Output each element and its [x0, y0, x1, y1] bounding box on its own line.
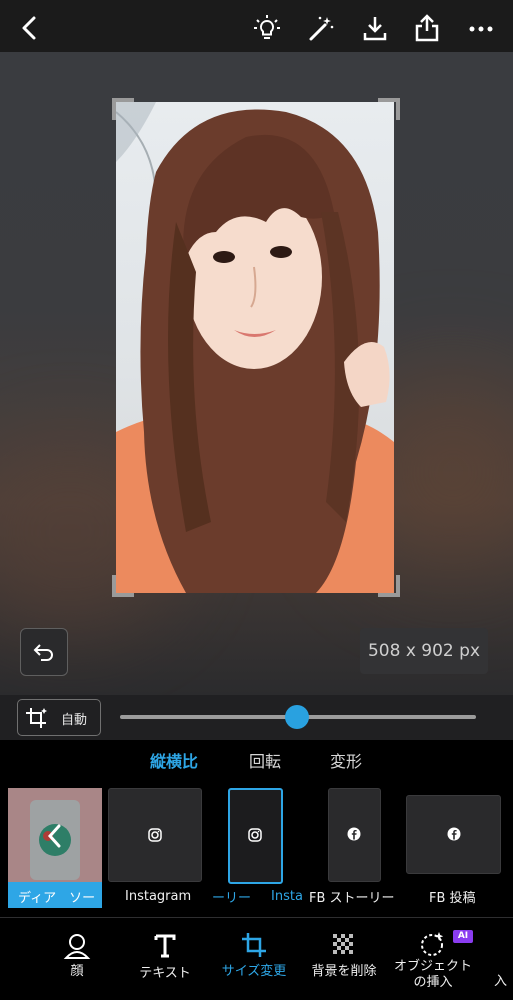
text-icon [154, 934, 176, 958]
photo-canvas[interactable] [116, 102, 394, 593]
chevron-left-icon [22, 16, 36, 40]
nav-label: 顔 [70, 964, 84, 979]
preset-fb-story[interactable] [328, 788, 381, 882]
instagram-icon [148, 828, 162, 842]
tab-transform[interactable]: 変形 [330, 748, 362, 772]
preset-label: ディア ソー [18, 891, 96, 906]
straighten-controls: 自動 [0, 695, 513, 740]
preset-label: FB 投稿 [429, 891, 476, 906]
auto-straighten-button[interactable]: 自動 [17, 699, 101, 736]
nav-text[interactable]: テキスト [130, 918, 200, 1000]
magic-wand-icon [309, 16, 334, 41]
download-icon [363, 17, 387, 41]
auto-crop-icon [26, 708, 47, 728]
top-bar [0, 0, 513, 52]
more-button[interactable] [467, 14, 495, 42]
preset-instagram[interactable] [108, 788, 202, 882]
canvas-area: 508 x 902 px [0, 52, 513, 695]
auto-label: 自動 [61, 713, 88, 728]
crop-icon [242, 933, 266, 957]
rotation-slider-knob[interactable] [285, 705, 309, 729]
nav-more-tool[interactable]: 入 [488, 918, 513, 1000]
nav-label: サイズ変更 [221, 964, 287, 979]
face-icon [63, 934, 91, 959]
facebook-icon [447, 827, 461, 841]
nav-label: テキスト [139, 966, 191, 981]
portrait-photo [116, 102, 394, 593]
nav-remove-background[interactable]: 背景を削除 [306, 918, 382, 1000]
preset-label: ーリー [212, 891, 252, 906]
insert-object-icon [421, 932, 444, 956]
crop-handle-bottom-right[interactable] [378, 575, 400, 597]
tab-aspect-ratio[interactable]: 縦横比 [150, 748, 198, 772]
crop-handle-top-left[interactable] [112, 98, 134, 120]
lightbulb-button[interactable] [253, 14, 281, 42]
instagram-icon [248, 828, 262, 842]
more-icon [469, 26, 493, 32]
preset-fb-post[interactable] [406, 795, 501, 874]
download-button[interactable] [361, 14, 389, 42]
chevron-left-icon [47, 824, 61, 848]
lightbulb-icon [254, 15, 280, 39]
share-button[interactable] [413, 14, 441, 42]
ai-badge: AI [453, 930, 473, 943]
nav-label: 入 [493, 974, 507, 989]
crop-handle-top-right[interactable] [378, 98, 400, 120]
preset-social-media[interactable]: ディア ソー [8, 788, 102, 908]
remove-background-icon [333, 934, 353, 954]
preset-label: FB ストーリー [309, 891, 395, 906]
undo-button[interactable] [20, 628, 68, 676]
nav-label: 背景を削除 [311, 964, 377, 979]
tab-rotate[interactable]: 回転 [249, 748, 281, 772]
nav-resize[interactable]: サイズ変更 [218, 918, 290, 1000]
share-icon [415, 14, 439, 42]
canvas-dimensions: 508 x 902 px [360, 628, 488, 674]
preset-instagram-story[interactable] [228, 788, 283, 884]
resize-tabs: 縦横比 回転 変形 [0, 748, 513, 778]
preset-label: Instagram [125, 889, 192, 904]
nav-label: オブジェクト の挿入 [393, 959, 472, 990]
back-button[interactable] [16, 14, 44, 42]
preset-label: Instag [271, 889, 303, 904]
nav-face[interactable]: 顔 [42, 918, 112, 1000]
bottom-toolbar: 顔 テキスト サイズ変更 背景を削除 AI オブジェクト の挿入 入 [0, 918, 513, 1000]
undo-icon [33, 644, 53, 661]
facebook-icon [347, 827, 361, 841]
crop-handle-bottom-left[interactable] [112, 575, 134, 597]
magic-wand-button[interactable] [307, 14, 335, 42]
nav-insert-object[interactable]: AI オブジェクト の挿入 [388, 918, 478, 1000]
